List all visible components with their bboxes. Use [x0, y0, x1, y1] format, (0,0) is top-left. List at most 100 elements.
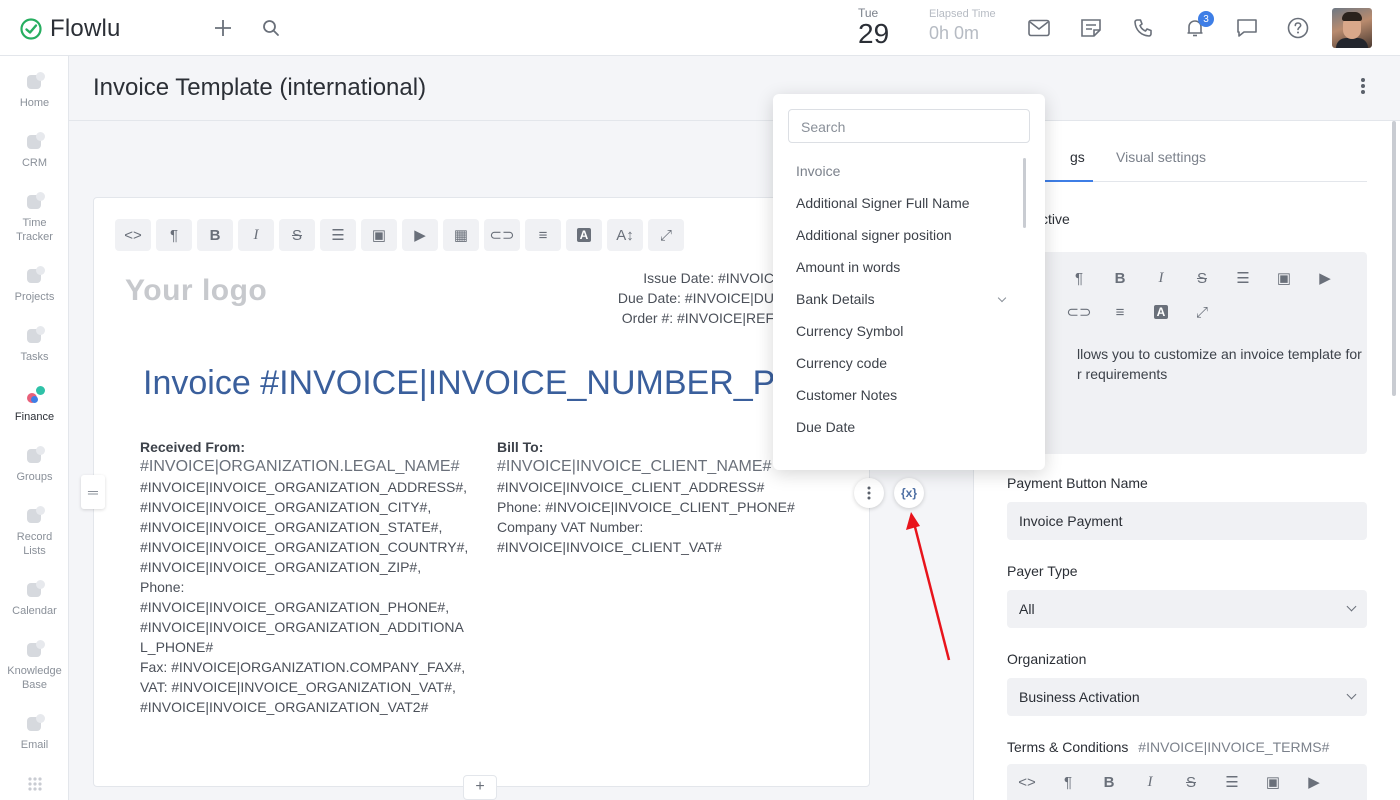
- phone-icon[interactable]: [1131, 16, 1155, 40]
- list-item[interactable]: Additional signer position: [773, 220, 1023, 252]
- bold-icon[interactable]: B: [197, 219, 233, 251]
- italic-icon[interactable]: I: [1143, 262, 1179, 294]
- page-more-menu-icon[interactable]: [1360, 78, 1366, 98]
- list-item[interactable]: Currency Symbol: [773, 316, 1023, 348]
- paragraph-icon[interactable]: ¶: [156, 219, 192, 251]
- elapsed-time[interactable]: Elapsed Time 0h 0m: [929, 8, 996, 44]
- mail-icon[interactable]: [1027, 16, 1051, 40]
- description-editor[interactable]: ¶ B I S ☰ ▣ ▶ ⊂⊃ ≡ A ⤢ llows you to cust…: [1007, 252, 1367, 454]
- code-view-icon[interactable]: <>: [115, 219, 151, 251]
- tab-settings[interactable]: gs: [1070, 149, 1085, 165]
- align-icon[interactable]: ≡: [1102, 296, 1138, 328]
- tab-visual-settings[interactable]: Visual settings: [1116, 149, 1206, 165]
- link-icon[interactable]: ⊂⊃: [484, 219, 520, 251]
- sidebar-item-label: Time Tracker: [16, 217, 53, 243]
- bill-to-block: Bill To: #INVOICE|INVOICE_CLIENT_NAME# #…: [497, 437, 797, 557]
- client-name: #INVOICE|INVOICE_CLIENT_NAME#: [497, 458, 772, 475]
- list-icon[interactable]: ☰: [320, 219, 356, 251]
- address-line: Fax: #INVOICE|ORGANIZATION.COMPANY_FAX#,: [140, 659, 466, 675]
- avatar[interactable]: [1332, 8, 1372, 48]
- client-line: #INVOICE|INVOICE_CLIENT_VAT#: [497, 539, 722, 555]
- code-view-icon[interactable]: <>: [1009, 766, 1045, 798]
- fullscreen-icon[interactable]: ⤢: [1184, 296, 1220, 328]
- due-date-line: Due Date: #INVOICE|DU: [617, 290, 774, 306]
- table-icon[interactable]: ▦: [443, 219, 479, 251]
- strikethrough-icon[interactable]: S: [1184, 262, 1220, 294]
- text-color-icon[interactable]: A: [566, 219, 602, 251]
- insert-variable-button[interactable]: {x}: [894, 478, 924, 508]
- sidebar-item-label: Calendar: [12, 605, 57, 617]
- payer-type-select[interactable]: All: [1007, 590, 1367, 628]
- payment-button-field[interactable]: Invoice Payment: [1007, 502, 1367, 540]
- strikethrough-icon[interactable]: S: [279, 219, 315, 251]
- video-icon[interactable]: ▶: [1307, 262, 1343, 294]
- image-icon[interactable]: ▣: [361, 219, 397, 251]
- paragraph-icon[interactable]: ¶: [1050, 766, 1086, 798]
- sidebar-item-knowledge-base[interactable]: Knowledge Base: [0, 640, 69, 692]
- bold-icon[interactable]: B: [1102, 262, 1138, 294]
- text-color-icon[interactable]: A: [1143, 296, 1179, 328]
- apps-grid-icon[interactable]: [0, 776, 69, 792]
- sidebar-item-groups[interactable]: Groups: [0, 446, 69, 484]
- sidebar-item-home[interactable]: Home: [0, 72, 69, 110]
- help-icon[interactable]: [1286, 16, 1310, 40]
- font-size-icon[interactable]: A↕: [607, 219, 643, 251]
- panel-scrollbar[interactable]: [1392, 121, 1396, 800]
- search-icon[interactable]: [259, 16, 283, 40]
- fullscreen-icon[interactable]: ⤢: [648, 219, 684, 251]
- app-logo[interactable]: Flowlu: [20, 15, 121, 43]
- page-title: Invoice Template (international): [93, 74, 427, 101]
- organization-select[interactable]: Business Activation: [1007, 678, 1367, 716]
- strikethrough-icon[interactable]: S: [1173, 766, 1209, 798]
- scrollbar-thumb[interactable]: [1392, 121, 1396, 396]
- notes-icon[interactable]: [1079, 16, 1103, 40]
- dropdown-scrollbar[interactable]: [1023, 158, 1026, 228]
- link-icon[interactable]: ⊂⊃: [1061, 296, 1097, 328]
- paragraph-icon[interactable]: ¶: [1061, 262, 1097, 294]
- address-line: #INVOICE|INVOICE_ORGANIZATION_CITY#,: [140, 499, 432, 515]
- list-icon[interactable]: ☰: [1225, 262, 1261, 294]
- address-line: #INVOICE|INVOICE_ORGANIZATION_COUNTRY#,: [140, 539, 469, 555]
- italic-icon[interactable]: I: [1132, 766, 1168, 798]
- sidebar-item-finance[interactable]: Finance: [0, 386, 69, 424]
- chat-icon[interactable]: [1235, 16, 1259, 40]
- list-item[interactable]: Amount in words: [773, 252, 1023, 284]
- sidebar-item-projects[interactable]: Projects: [0, 266, 69, 304]
- date-widget[interactable]: Tue 29: [858, 6, 898, 48]
- active-toggle-label[interactable]: ctive: [1041, 211, 1070, 227]
- received-from-heading: Received From:: [140, 439, 246, 455]
- logo-check-icon: [20, 18, 42, 40]
- sidebar-item-email[interactable]: Email: [0, 714, 69, 752]
- image-icon[interactable]: ▣: [1266, 262, 1302, 294]
- video-icon[interactable]: ▶: [1296, 766, 1332, 798]
- italic-icon[interactable]: I: [238, 219, 274, 251]
- image-icon[interactable]: ▣: [1255, 766, 1291, 798]
- terms-editor[interactable]: <> ¶ B I S ☰ ▣ ▶: [1007, 764, 1367, 800]
- block-more-icon[interactable]: [854, 478, 884, 508]
- address-line: Phone:: [140, 579, 185, 595]
- sidebar-item-tasks[interactable]: Tasks: [0, 326, 69, 364]
- bold-icon[interactable]: B: [1091, 766, 1127, 798]
- variables-search-input[interactable]: Search: [788, 109, 1030, 143]
- video-icon[interactable]: ▶: [402, 219, 438, 251]
- sidebar-item-calendar[interactable]: Calendar: [0, 580, 69, 618]
- template-editor[interactable]: <> ¶ B I S ☰ ▣ ▶ ▦ ⊂⊃ ≡ A A↕ ⤢ Your logo…: [93, 197, 924, 787]
- list-item[interactable]: Additional Signer Full Name: [773, 188, 1023, 220]
- terms-toolbar: <> ¶ B I S ☰ ▣ ▶: [1009, 766, 1332, 798]
- sidebar-item-record-lists[interactable]: Record Lists: [0, 506, 69, 558]
- plus-icon[interactable]: [211, 16, 235, 40]
- sidebar-item-label: Email: [20, 739, 49, 751]
- sidebar-item-time-tracker[interactable]: Time Tracker: [0, 192, 69, 244]
- knowledge-base-icon: [24, 640, 46, 660]
- list-icon[interactable]: ☰: [1214, 766, 1250, 798]
- align-icon[interactable]: ≡: [525, 219, 561, 251]
- sidebar-item-label: CRM: [21, 157, 48, 169]
- add-block-button[interactable]: +: [463, 775, 497, 800]
- terms-label: Terms & Conditions #INVOICE|INVOICE_TERM…: [1007, 739, 1329, 755]
- list-item[interactable]: Customer Notes: [773, 380, 1023, 412]
- list-item-expandable[interactable]: Bank Details: [773, 284, 1023, 316]
- drag-handle-icon[interactable]: ═: [81, 475, 105, 509]
- sidebar-item-crm[interactable]: CRM: [0, 132, 69, 170]
- list-item[interactable]: Due Date: [773, 412, 1023, 444]
- list-item[interactable]: Currency code: [773, 348, 1023, 380]
